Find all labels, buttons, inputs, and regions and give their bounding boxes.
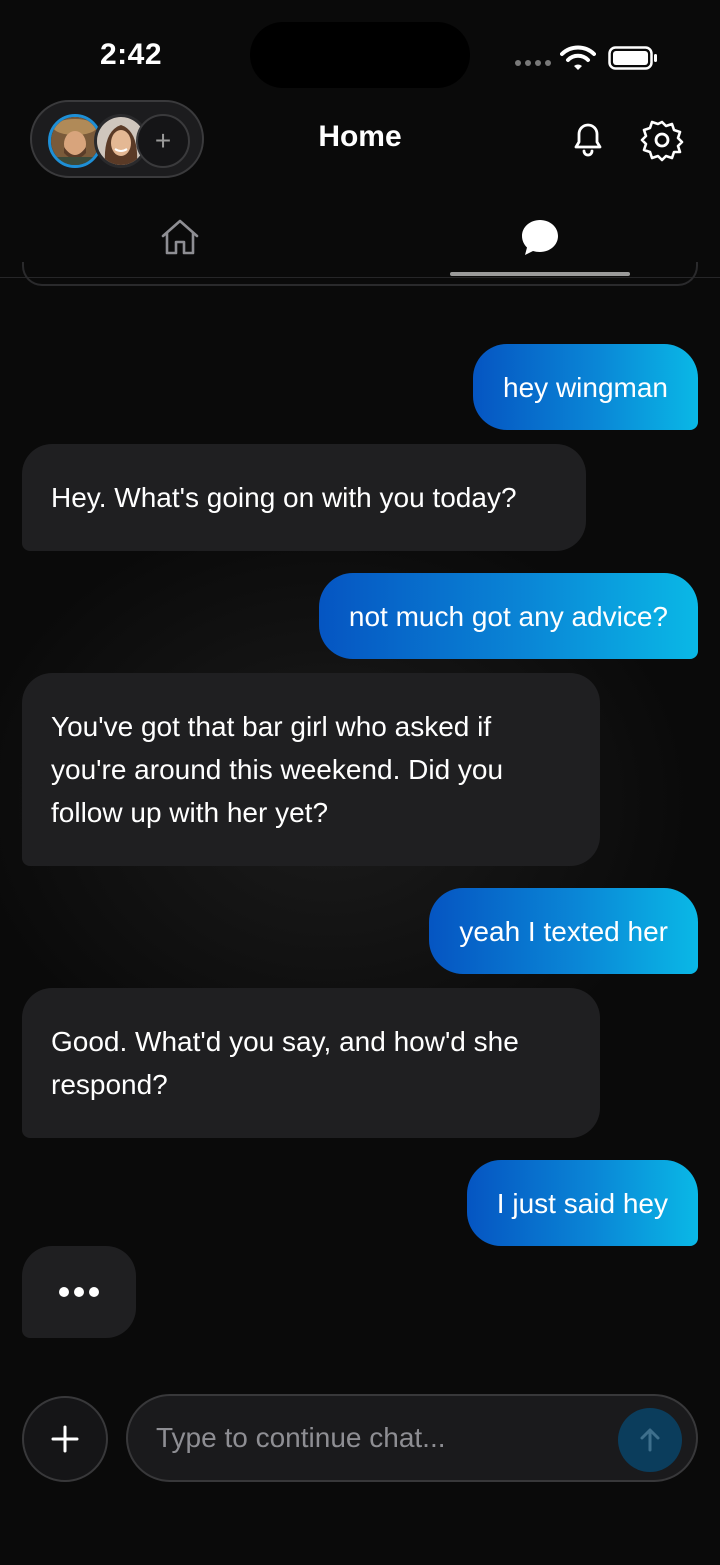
message-text-line: you're around this weekend. Did you	[51, 754, 504, 785]
message-text-line: You've got that bar girl who asked if	[51, 711, 492, 742]
arrow-up-icon	[640, 1428, 660, 1452]
message-text: not much got any advice?	[348, 600, 668, 632]
add-profile-button[interactable]: +	[136, 114, 190, 168]
profile-switcher[interactable]: +	[30, 100, 204, 178]
house-icon	[161, 219, 199, 255]
bell-icon[interactable]	[566, 116, 610, 160]
message-text-line: follow up with her yet?	[51, 797, 329, 828]
battery-icon	[608, 46, 657, 70]
previous-card-edge	[22, 262, 698, 286]
chat-bubble-icon	[522, 220, 558, 255]
typing-dot	[74, 1287, 84, 1297]
send-button[interactable]	[618, 1408, 682, 1472]
dynamic-island	[250, 22, 470, 88]
chat-composer	[126, 1394, 698, 1482]
wifi-icon	[560, 45, 596, 70]
message-text-line: respond?	[51, 1069, 168, 1100]
signal-dots-icon	[515, 60, 551, 66]
gear-icon[interactable]	[638, 116, 686, 164]
message-user: hey wingman	[473, 344, 698, 430]
message-text: Hey. What's going on with you today?	[51, 482, 517, 513]
plus-icon	[51, 1425, 79, 1453]
message-bot: Hey. What's going on with you today?	[22, 444, 586, 551]
chat-input[interactable]	[156, 1396, 626, 1480]
message-text: hey wingman	[503, 371, 668, 403]
typing-dot	[59, 1287, 69, 1297]
message-user: I just said hey	[466, 1160, 698, 1246]
message-user: not much got any advice?	[318, 573, 698, 659]
message-text-line: Good. What'd you say, and how'd she	[51, 1026, 519, 1057]
message-user: yeah I texted her	[429, 888, 698, 974]
message-bot: You've got that bar girl who asked if yo…	[22, 673, 600, 866]
status-bar: 2:42	[0, 0, 720, 100]
status-time: 2:42	[100, 38, 163, 71]
header: + Home	[0, 96, 720, 180]
message-text: I just said hey	[496, 1187, 668, 1219]
message-bot: Good. What'd you say, and how'd she resp…	[22, 988, 600, 1138]
message-text: yeah I texted her	[459, 915, 668, 947]
add-attachment-button[interactable]	[22, 1396, 108, 1482]
typing-indicator	[22, 1246, 136, 1338]
typing-dot	[89, 1287, 99, 1297]
